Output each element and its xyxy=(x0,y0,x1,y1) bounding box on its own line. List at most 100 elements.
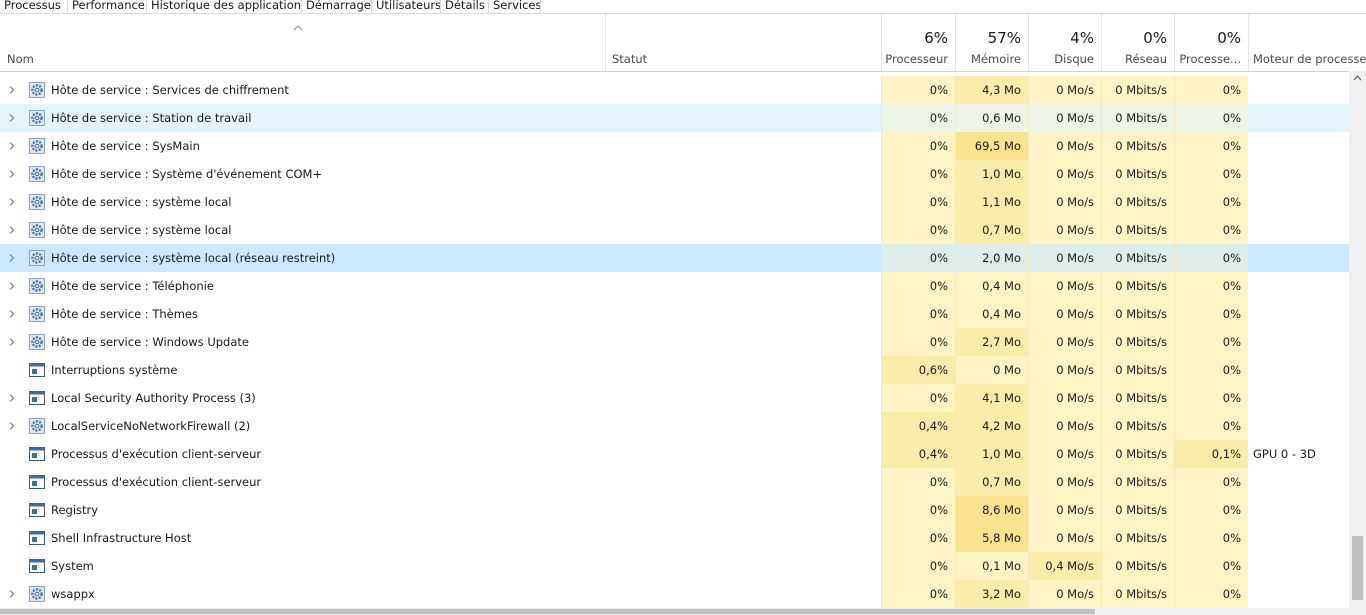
process-gpu-engine xyxy=(1248,244,1349,272)
chevron-right-icon[interactable] xyxy=(8,86,16,94)
chevron-right-icon[interactable] xyxy=(8,142,16,150)
process-row[interactable]: Hôte de service : SysMain 0% 69,5 Mo 0 Mo/s… xyxy=(0,132,1349,160)
chevron-right-icon[interactable] xyxy=(8,170,16,178)
tab-performance[interactable]: Performance xyxy=(68,0,147,13)
tab-processus[interactable]: Processus xyxy=(0,0,68,13)
process-gpu-value: 0% xyxy=(1174,300,1248,328)
process-mem-value: 0,6 Mo xyxy=(955,104,1028,132)
process-net-value: 0 Mbits/s xyxy=(1101,132,1174,160)
process-status xyxy=(605,328,881,356)
column-network-header[interactable]: 0% Réseau xyxy=(1101,14,1174,71)
process-gpu-engine xyxy=(1248,216,1349,244)
process-name: Hôte de service : système local xyxy=(51,223,232,237)
gear-icon xyxy=(29,334,45,350)
process-row[interactable]: wsappx 0% 3,2 Mo 0 Mo/s 0 Mbits/s 0% xyxy=(0,580,1349,608)
process-gpu-value: 0% xyxy=(1174,104,1248,132)
window-icon xyxy=(29,391,45,405)
process-row[interactable]: Hôte de service : Système d'événement CO… xyxy=(0,160,1349,188)
vertical-scroll-thumb[interactable] xyxy=(1352,536,1363,600)
tab-historique-applications[interactable]: Historique des applications xyxy=(147,0,302,13)
tab-details[interactable]: Détails xyxy=(441,0,489,13)
vertical-scrollbar[interactable] xyxy=(1349,71,1366,608)
process-mem-value: 4,1 Mo xyxy=(955,384,1028,412)
process-row[interactable]: Hôte de service : Téléphonie 0% 0,4 Mo 0 Mo… xyxy=(0,272,1349,300)
process-row[interactable]: Local Security Authority Process (3) 0% 4,… xyxy=(0,384,1349,412)
process-status xyxy=(605,440,881,468)
process-gpu-engine xyxy=(1248,552,1349,580)
chevron-right-icon[interactable] xyxy=(8,282,16,290)
process-row[interactable]: Hôte de service : Windows Update 0% 2,7 Mo… xyxy=(0,328,1349,356)
memory-total-percent: 57% xyxy=(987,29,1021,47)
chevron-right-icon[interactable] xyxy=(8,310,16,318)
process-row[interactable]: LocalServiceNoNetworkFirewall (2) 0,4% 4,2… xyxy=(0,412,1349,440)
process-gpu-value: 0% xyxy=(1174,132,1248,160)
tab-services[interactable]: Services xyxy=(489,0,541,13)
chevron-right-icon[interactable] xyxy=(8,338,16,346)
process-status xyxy=(605,132,881,160)
process-row[interactable]: System 0% 0,1 Mo 0,4 Mo/s 0 Mbits/s 0% xyxy=(0,552,1349,580)
window-icon xyxy=(29,503,45,517)
process-gpu-value: 0% xyxy=(1174,76,1248,104)
process-cpu-value: 0% xyxy=(881,384,955,412)
process-row[interactable]: Processus d'exécution client-serveur 0% 0,… xyxy=(0,468,1349,496)
process-status xyxy=(605,188,881,216)
process-gpu-value: 0% xyxy=(1174,160,1248,188)
chevron-right-icon[interactable] xyxy=(8,226,16,234)
process-mem-value: 0,7 Mo xyxy=(955,216,1028,244)
column-name-label: Nom xyxy=(7,52,34,66)
process-row[interactable]: Interruptions système 0,6% 0 Mo 0 Mo/s 0 Mbi… xyxy=(0,356,1349,384)
chevron-right-icon[interactable] xyxy=(8,422,16,430)
process-cpu-value: 0% xyxy=(881,328,955,356)
scroll-up-arrow-icon[interactable] xyxy=(1353,75,1362,81)
process-gpu-engine xyxy=(1248,496,1349,524)
process-status xyxy=(605,356,881,384)
process-cpu-value: 0,4% xyxy=(881,440,955,468)
chevron-right-icon[interactable] xyxy=(8,590,16,598)
chevron-right-icon[interactable] xyxy=(8,394,16,402)
horizontal-scrollbar[interactable] xyxy=(0,608,1366,615)
process-row[interactable]: Hôte de service : Station de travail 0% 0,… xyxy=(0,104,1349,132)
column-name-header[interactable]: Nom xyxy=(0,14,605,71)
gear-icon xyxy=(29,306,45,322)
column-status-header[interactable]: Statut xyxy=(605,14,881,71)
process-status xyxy=(605,468,881,496)
process-row[interactable]: Shell Infrastructure Host 0% 5,8 Mo 0 Mo/s 0… xyxy=(0,524,1349,552)
process-row[interactable]: Hôte de service : système local 0% 0,7 Mo 0… xyxy=(0,216,1349,244)
process-mem-value: 8,6 Mo xyxy=(955,496,1028,524)
chevron-right-icon[interactable] xyxy=(8,254,16,262)
column-gpu-header[interactable]: 0% Processe... xyxy=(1174,14,1248,71)
process-row[interactable]: Hôte de service : Thèmes 0% 0,4 Mo 0 Mo/s 0 … xyxy=(0,300,1349,328)
process-row[interactable]: Processus d'exécution client-serveur 0,4%… xyxy=(0,440,1349,468)
horizontal-scroll-thumb[interactable] xyxy=(0,609,1095,614)
process-cpu-value: 0% xyxy=(881,132,955,160)
process-row[interactable]: Registry 0% 8,6 Mo 0 Mo/s 0 Mbits/s 0% xyxy=(0,496,1349,524)
column-gpu-engine-header[interactable]: Moteur de processeur xyxy=(1248,14,1366,71)
process-gpu-engine xyxy=(1248,384,1349,412)
gear-icon xyxy=(29,418,45,434)
process-name: Shell Infrastructure Host xyxy=(51,531,192,545)
cpu-total-percent: 6% xyxy=(924,29,948,47)
process-status xyxy=(605,104,881,132)
process-mem-value: 69,5 Mo xyxy=(955,132,1028,160)
column-cpu-header[interactable]: 6% Processeur xyxy=(881,14,955,71)
process-row[interactable]: Hôte de service : système local (réseau … xyxy=(0,244,1349,272)
process-status xyxy=(605,496,881,524)
process-disk-value: 0 Mo/s xyxy=(1028,160,1101,188)
process-row[interactable]: Hôte de service : système local 0% 1,1 Mo 0… xyxy=(0,188,1349,216)
process-mem-value: 4,2 Mo xyxy=(955,412,1028,440)
tab-utilisateurs[interactable]: Utilisateurs xyxy=(372,0,441,13)
column-gpu-engine-label: Moteur de processeur xyxy=(1253,52,1366,66)
tab-demarrage[interactable]: Démarrage xyxy=(302,0,372,13)
window-icon xyxy=(29,559,45,573)
process-gpu-engine xyxy=(1248,524,1349,552)
process-gpu-value: 0% xyxy=(1174,496,1248,524)
gear-icon xyxy=(29,250,45,266)
process-row[interactable]: Hôte de service : Services de chiffremen… xyxy=(0,76,1349,104)
process-net-value: 0 Mbits/s xyxy=(1101,104,1174,132)
column-disk-header[interactable]: 4% Disque xyxy=(1028,14,1101,71)
process-disk-value: 0 Mo/s xyxy=(1028,384,1101,412)
chevron-right-icon[interactable] xyxy=(8,198,16,206)
column-memory-header[interactable]: 57% Mémoire xyxy=(955,14,1028,71)
process-status xyxy=(605,552,881,580)
chevron-right-icon[interactable] xyxy=(8,114,16,122)
